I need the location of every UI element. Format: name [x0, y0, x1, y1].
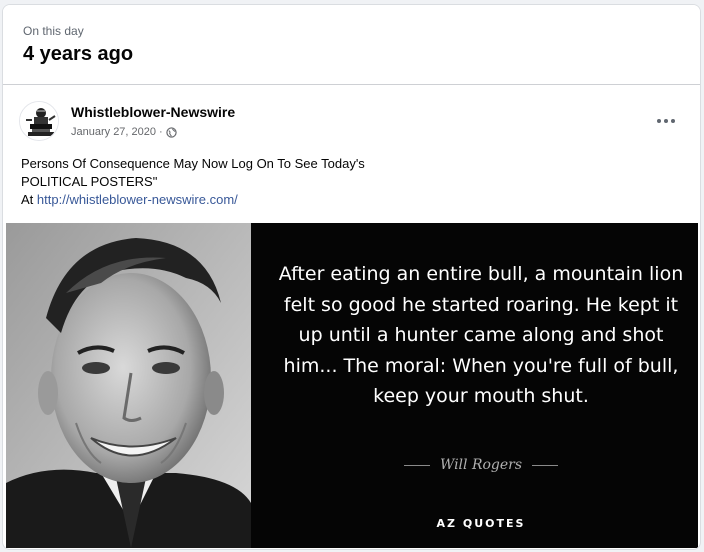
- portrait-photo: [6, 223, 251, 548]
- attribution-dash-right: [532, 464, 559, 466]
- post-text-line-1: Persons Of Consequence May Now Log On To…: [21, 156, 365, 171]
- memory-header: On this day 4 years ago: [3, 5, 700, 85]
- memory-card: On this day 4 years ago Whistleblower-Ne…: [2, 4, 701, 550]
- author-name[interactable]: Whistleblower-Newswire: [71, 104, 235, 120]
- post-text-line-2: POLITICAL POSTERS": [21, 174, 158, 189]
- more-options-icon: [657, 119, 675, 123]
- meta-separator: ·: [159, 126, 163, 138]
- quote-text: After eating an entire bull, a mountain …: [278, 263, 684, 407]
- globe-icon[interactable]: [166, 126, 177, 138]
- az-quotes-logo: AZ QUOTES: [436, 517, 526, 530]
- post-text: Persons Of Consequence May Now Log On To…: [21, 155, 681, 209]
- post-date[interactable]: January 27, 2020: [71, 126, 156, 138]
- attribution-dash-left: [403, 464, 430, 466]
- quote-author: Will Rogers: [439, 457, 523, 473]
- quote-attribution: Will Rogers: [276, 457, 686, 473]
- on-this-day-label: On this day: [23, 24, 84, 38]
- whistleblower-logo-icon: [20, 102, 58, 140]
- page-avatar[interactable]: [19, 101, 59, 141]
- memory-title: 4 years ago: [23, 43, 134, 65]
- post-text-prefix: At: [21, 192, 34, 207]
- post-link[interactable]: http://whistleblower-newswire.com/: [37, 192, 238, 207]
- more-options-button[interactable]: [652, 109, 680, 133]
- post-meta: January 27, 2020 ·: [71, 126, 177, 138]
- post-text-line-3: At http://whistleblower-newswire.com/: [21, 191, 681, 209]
- post-header: Whistleblower-Newswire January 27, 2020 …: [3, 93, 700, 143]
- quote-image[interactable]: After eating an entire bull, a mountain …: [6, 223, 698, 548]
